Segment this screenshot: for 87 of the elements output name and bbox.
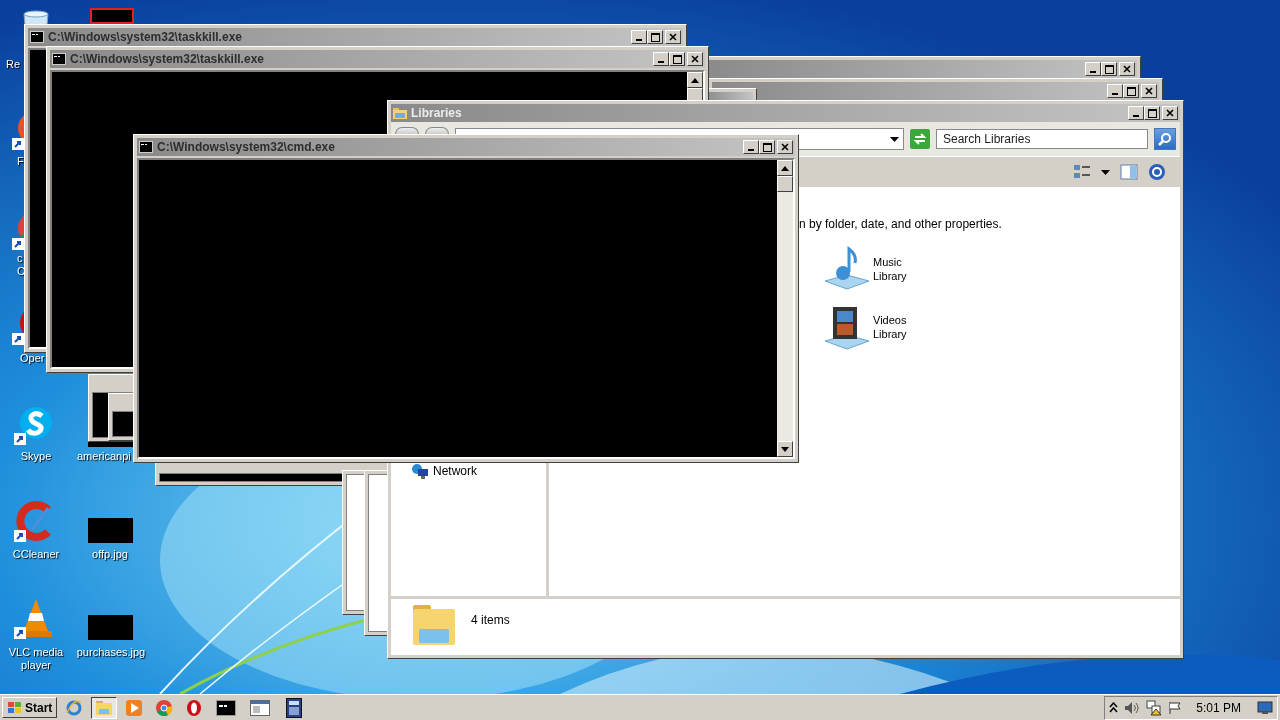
maximize-icon <box>650 32 660 42</box>
maximize-button[interactable] <box>1123 84 1139 98</box>
library-label[interactable]: Music Library <box>873 255 907 283</box>
browser-icon <box>155 698 174 717</box>
maximize-icon <box>1126 86 1136 96</box>
folder-icon <box>393 107 407 119</box>
close-icon <box>781 143 789 151</box>
maximize-button[interactable] <box>647 30 663 44</box>
folder-icon <box>411 603 457 647</box>
minimize-button[interactable] <box>1107 84 1123 98</box>
close-button[interactable] <box>1162 106 1178 120</box>
nav-item[interactable]: Network <box>411 463 546 479</box>
window-title: Libraries <box>411 106 463 120</box>
play-icon <box>125 698 144 717</box>
icon-label: offp.jpg <box>91 548 129 561</box>
icon-label: purchases.jpg <box>75 646 147 659</box>
folder-icon <box>95 699 114 716</box>
icon-label: Re <box>6 58 22 71</box>
console-icon <box>30 31 44 43</box>
dropdown-icon[interactable] <box>1101 169 1110 175</box>
minimize-button[interactable] <box>1085 62 1101 76</box>
show-hidden-icons-icon[interactable] <box>1109 701 1119 714</box>
start-logo-icon <box>7 700 23 715</box>
flag-icon[interactable] <box>1168 700 1183 715</box>
network-icon[interactable] <box>1146 699 1163 716</box>
scroll-thumb[interactable] <box>777 176 793 192</box>
maximize-button[interactable] <box>1101 62 1117 76</box>
dropdown-icon[interactable] <box>890 136 899 142</box>
scroll-up-button[interactable] <box>777 160 793 176</box>
network-icon <box>411 463 429 479</box>
window-title: C:\Windows\system32\taskkill.exe <box>48 30 243 44</box>
calculator-icon <box>286 697 303 718</box>
icon-label: VLC media player <box>7 646 65 672</box>
window-title: C:\Windows\system32\taskkill.exe <box>70 52 265 66</box>
search-button[interactable] <box>1154 128 1176 150</box>
minimize-button[interactable] <box>631 30 647 44</box>
up-arrow-icon <box>691 77 699 83</box>
close-icon <box>1123 65 1131 73</box>
view-options-icon[interactable] <box>1073 164 1091 180</box>
icon-label: Oper <box>20 352 46 365</box>
minimize-button[interactable] <box>1128 106 1144 120</box>
maximize-icon <box>672 54 682 64</box>
status-text: 4 items <box>471 612 510 627</box>
close-icon <box>691 55 699 63</box>
refresh-button[interactable] <box>910 129 930 149</box>
start-button[interactable]: Start <box>2 697 58 718</box>
close-button[interactable] <box>1141 84 1157 98</box>
window-title: C:\Windows\system32\cmd.exe <box>157 140 336 154</box>
window-icon <box>250 699 271 716</box>
speaker-icon[interactable] <box>1124 700 1141 715</box>
close-icon <box>669 33 677 41</box>
clock[interactable]: 5:01 PM <box>1196 700 1241 715</box>
close-button[interactable] <box>1119 62 1135 76</box>
icon-label: Skype <box>19 450 53 463</box>
search-field[interactable]: Search Libraries <box>936 129 1148 149</box>
maximize-icon <box>1147 108 1157 118</box>
maximize-button[interactable] <box>669 52 685 66</box>
close-button[interactable] <box>777 140 793 154</box>
browser-icon <box>185 698 204 717</box>
maximize-icon <box>1104 64 1114 74</box>
help-icon[interactable] <box>1148 163 1166 181</box>
console-icon <box>216 699 237 716</box>
browser-icon <box>65 698 84 717</box>
icon-label: CCleaner <box>11 548 61 561</box>
console-icon <box>52 53 66 65</box>
close-icon <box>1166 109 1174 117</box>
library-label[interactable]: Videos Library <box>873 313 907 341</box>
maximize-button[interactable] <box>759 140 775 154</box>
maximize-button[interactable] <box>1144 106 1160 120</box>
minimize-button[interactable] <box>743 140 759 154</box>
icon-label: F <box>17 155 25 168</box>
search-icon <box>1158 132 1172 146</box>
maximize-icon <box>762 142 772 152</box>
scroll-up-button[interactable] <box>687 72 703 88</box>
icon-label: c C <box>17 252 25 278</box>
down-arrow-icon <box>781 446 789 452</box>
taskbar-button[interactable] <box>91 696 118 719</box>
up-arrow-icon <box>781 165 789 171</box>
close-button[interactable] <box>687 52 703 66</box>
description-text: n by folder, date, and other properties. <box>799 217 1003 231</box>
minimize-button[interactable] <box>653 52 669 66</box>
scroll-down-button[interactable] <box>777 441 793 457</box>
console-icon <box>139 141 153 153</box>
close-icon <box>1145 87 1153 95</box>
close-button[interactable] <box>665 30 681 44</box>
icon-label: americanpi <box>77 450 132 463</box>
show-desktop-icon[interactable] <box>1257 700 1273 715</box>
